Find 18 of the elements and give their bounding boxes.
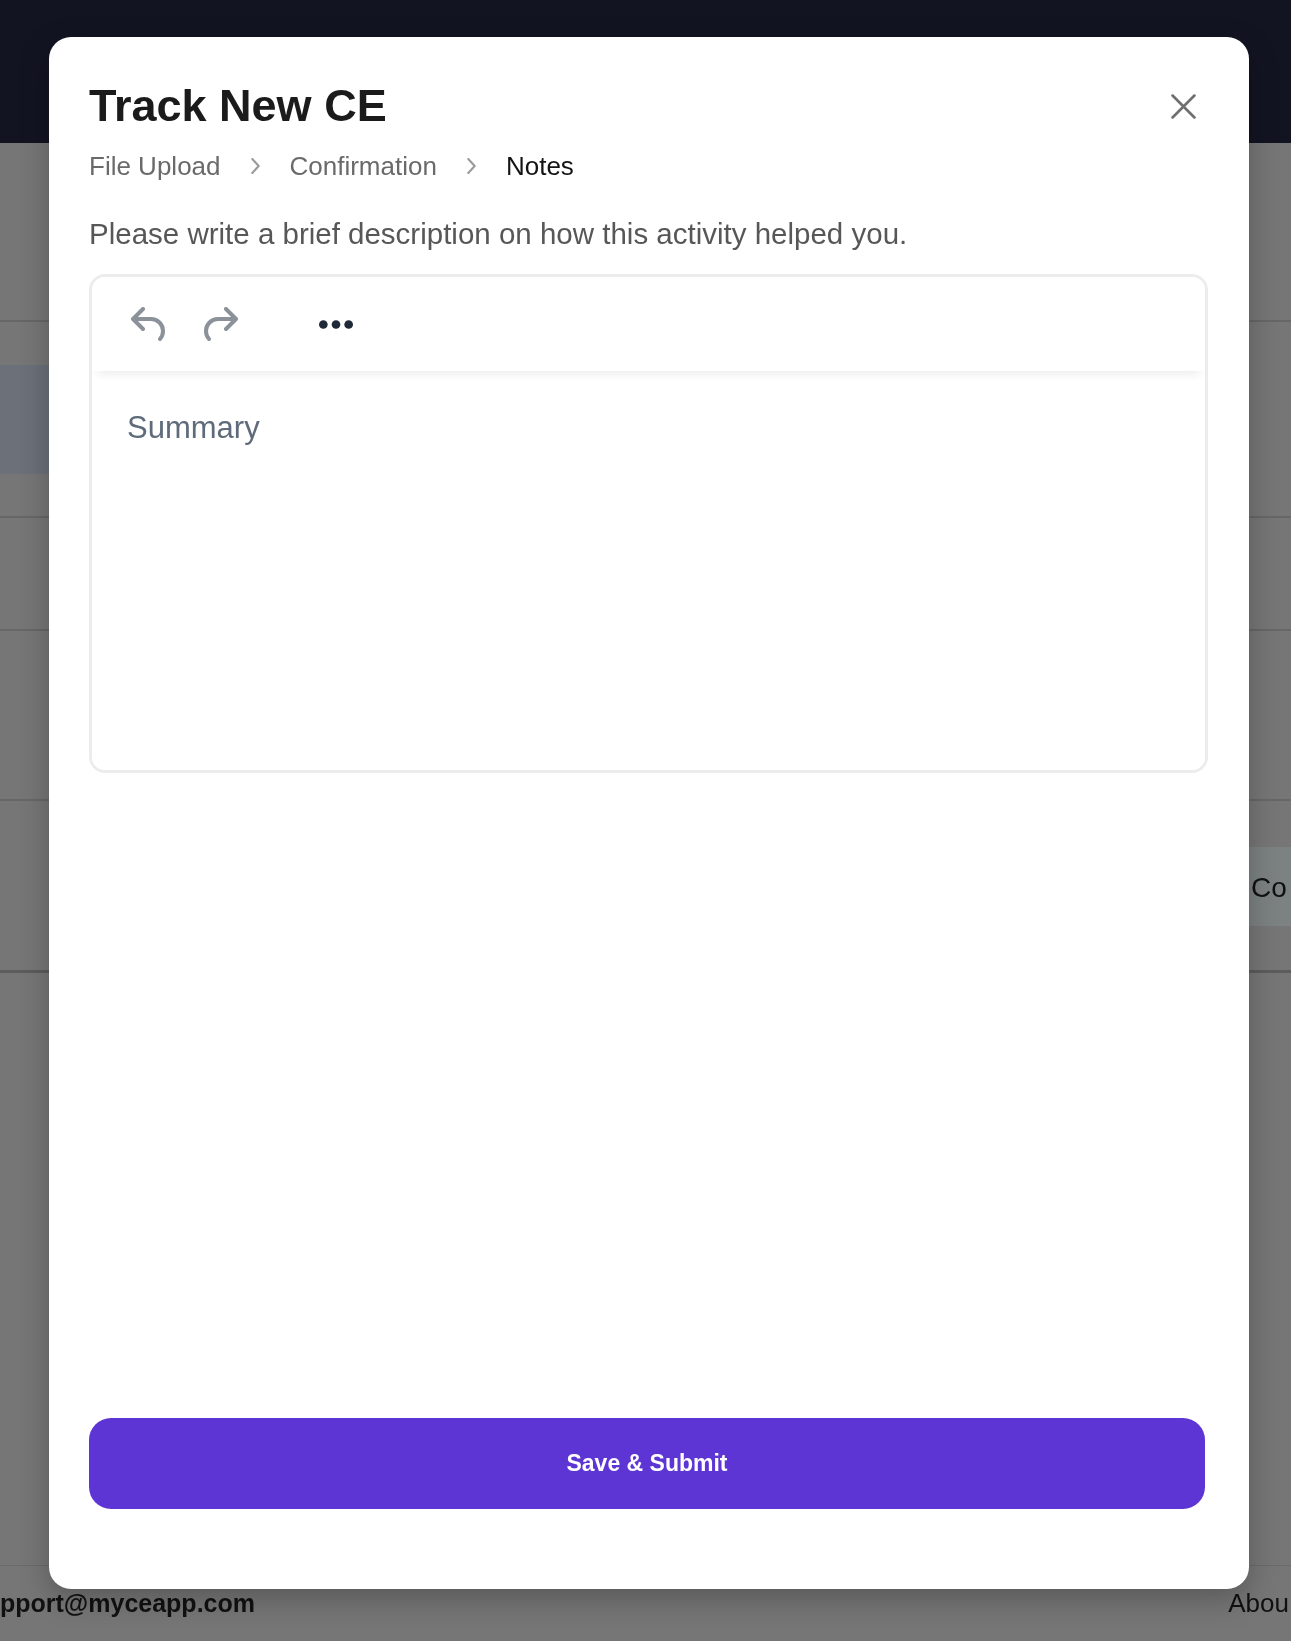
more-button[interactable] — [319, 319, 353, 329]
support-email-link[interactable]: pport@myceapp.com — [0, 1589, 255, 1617]
rich-text-editor[interactable]: Summary — [89, 274, 1208, 773]
undo-icon — [131, 307, 165, 341]
about-link[interactable]: Abou — [1228, 1589, 1289, 1617]
breadcrumb-step: File Upload — [89, 150, 221, 182]
save-submit-button[interactable]: Save & Submit — [89, 1418, 1205, 1509]
close-button[interactable] — [1171, 93, 1196, 119]
breadcrumb-step: Notes — [505, 150, 574, 182]
breadcrumb-step: Confirmation — [289, 150, 437, 182]
chevron-right-icon — [250, 158, 260, 174]
ellipsis-icon — [319, 319, 353, 329]
dialog-title: Track New CE — [89, 79, 387, 133]
page-button[interactable]: Co — [1249, 847, 1291, 926]
redo-icon — [204, 307, 238, 341]
instruction-text: Please write a brief description on how this activity helped you. — [89, 216, 909, 252]
chevron-right-icon — [466, 158, 476, 174]
close-icon — [1171, 93, 1196, 119]
